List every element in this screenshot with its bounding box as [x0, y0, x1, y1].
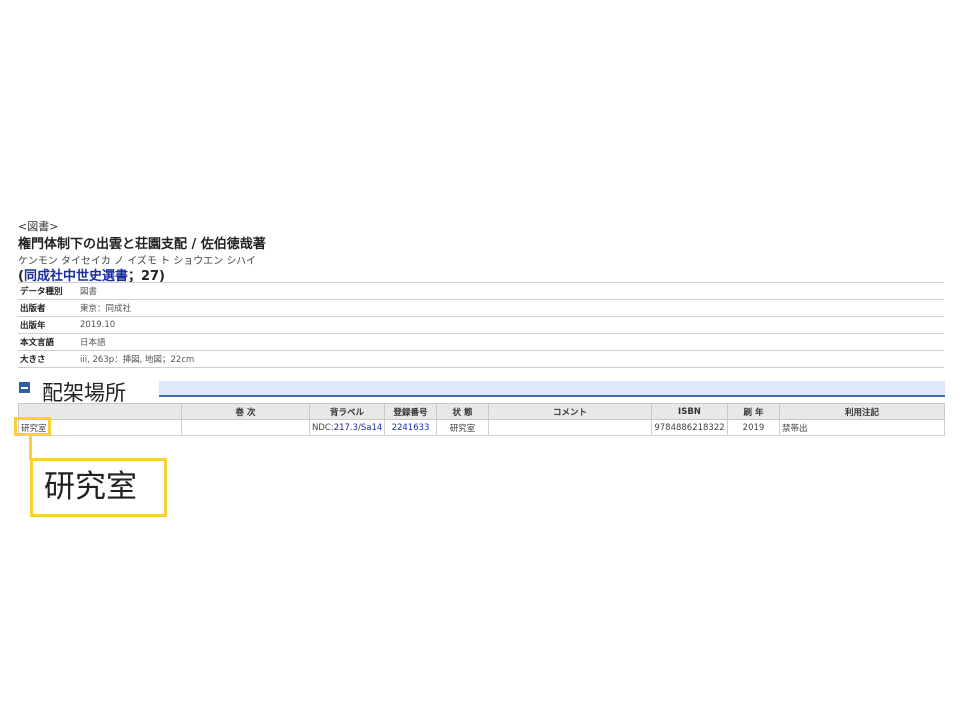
biblio-row-data-type: データ種別 図書	[18, 282, 944, 300]
col-header-usage-note: 利用注記	[779, 403, 945, 420]
table-row: 研究室 NDC:217.3/Sa14 2241633 研究室 978488621…	[18, 419, 945, 436]
record-title: 権門体制下の出雲と荘園支配 / 佐伯徳哉著	[18, 237, 266, 252]
callout-connector	[29, 436, 32, 460]
holding-usage-note: 禁帯出	[779, 419, 945, 436]
holding-isbn: 9784886218322	[651, 419, 728, 436]
call-prefix: NDC:	[312, 422, 334, 433]
biblio-label: 出版者	[18, 299, 78, 317]
collapse-icon[interactable]	[19, 382, 30, 393]
holdings-section-bar	[159, 381, 945, 397]
biblio-row-year: 出版年 2019.10	[18, 316, 944, 334]
holding-reg-no: 2241633	[384, 419, 437, 436]
call-author-link[interactable]: Sa14	[361, 423, 382, 433]
biblio-value: 東京：同成社	[78, 299, 944, 317]
biblio-label: 本文言語	[18, 333, 78, 351]
biblio-value: 2019.10	[78, 316, 944, 334]
col-header-comment: コメント	[488, 403, 652, 420]
biblio-value: 図書	[78, 282, 944, 300]
location-callout: 研究室	[30, 458, 167, 517]
biblio-value: 日本語	[78, 333, 944, 351]
col-header-volume: 巻 次	[181, 403, 310, 420]
biblio-row-publisher: 出版者 東京：同成社	[18, 299, 944, 317]
col-header-status: 状 態	[436, 403, 489, 420]
reg-no-link[interactable]: 2241633	[392, 423, 430, 433]
call-class-link[interactable]: 217.3	[334, 423, 358, 433]
holding-status: 研究室	[436, 419, 489, 436]
location-highlight-box	[14, 417, 51, 436]
col-header-isbn: ISBN	[651, 403, 728, 420]
col-header-call-label: 背ラベル	[309, 403, 385, 420]
col-header-print-year: 刷 年	[727, 403, 780, 420]
biblio-label: データ種別	[18, 282, 78, 300]
biblio-value: iii, 263p：挿図, 地図；22cm	[78, 350, 944, 368]
holding-comment	[488, 419, 652, 436]
col-header-reg-no: 登録番号	[384, 403, 437, 420]
biblio-row-language: 本文言語 日本語	[18, 333, 944, 351]
biblio-label: 出版年	[18, 316, 78, 334]
holdings-header-row: 巻 次 背ラベル 登録番号 状 態 コメント ISBN 刷 年 利用注記	[18, 403, 945, 420]
holdings-table: 巻 次 背ラベル 登録番号 状 態 コメント ISBN 刷 年 利用注記 研究室…	[18, 403, 945, 436]
holding-volume	[181, 419, 310, 436]
record-type-label: <図書>	[18, 220, 59, 233]
bibliographic-details-table: データ種別 図書 出版者 東京：同成社 出版年 2019.10 本文言語 日本語…	[18, 282, 944, 368]
biblio-label: 大きさ	[18, 350, 78, 368]
holding-print-year: 2019	[727, 419, 780, 436]
biblio-row-size: 大きさ iii, 263p：挿図, 地図；22cm	[18, 350, 944, 368]
holding-call-label: NDC:217.3/Sa14	[309, 419, 385, 436]
